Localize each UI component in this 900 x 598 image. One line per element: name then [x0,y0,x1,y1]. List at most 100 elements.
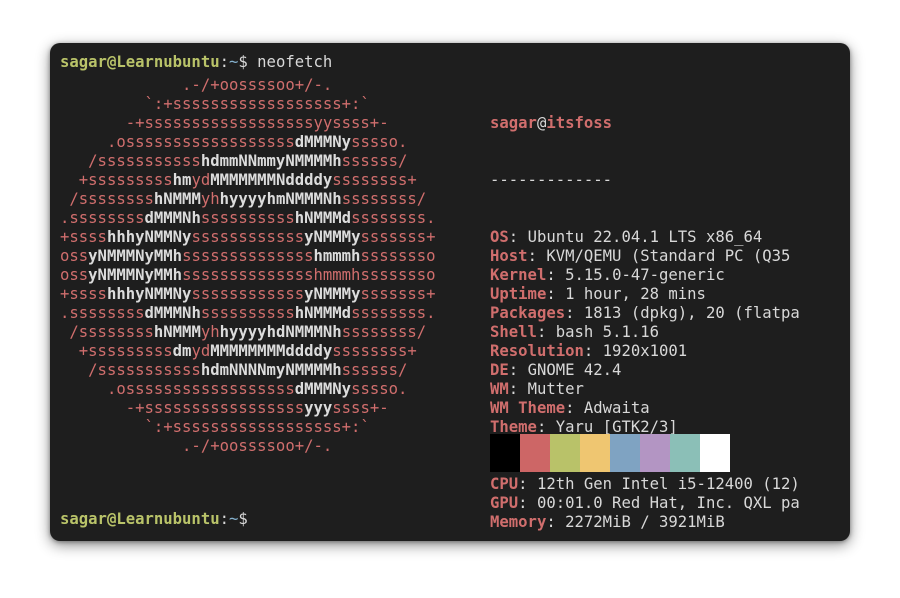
color-swatch [580,434,610,472]
info-row: CPU: 12th Gen Intel i5-12400 (12) [490,475,800,494]
logo-segment: .ssssssss [60,304,145,322]
logo-line: .ssssssssdMMMNhsssssssssshNMMMdssssssss. [60,209,436,228]
logo-line: /sssssssshNMMMyhhyyyyhmNMMMNhssssssss/ [60,190,436,209]
info-value: KVM/QEMU (Standard PC (Q35 [546,247,791,265]
logo-segment: hhhyNMMNy [106,228,192,246]
info-value: 1920x1001 [602,342,688,360]
logo-segment: .ossssssssssssssssss [60,133,295,151]
logo-segment: yNMMMNyMMh [88,247,183,265]
color-swatch [550,434,580,472]
info-row: WM: Mutter [490,380,800,399]
info-row: WM Theme: Adwaita [490,399,800,418]
logo-segment: oss [60,266,89,284]
info-user: sagar [490,114,537,132]
logo-segment: sssssss+ [360,285,436,303]
info-value: Adwaita [583,399,650,417]
color-swatch [520,434,550,472]
info-row: OS: Ubuntu 22.04.1 LTS x86_64 [490,228,800,247]
logo-segment: hNMMMd [294,304,352,322]
logo-segment: sssssssssssssshmmmhssssssso [182,266,436,284]
logo-segment: ssssssss+ [332,171,417,189]
logo-segment: ssssssss. [351,209,436,227]
info-key-separator: : [546,266,566,284]
logo-segment: /ssssssss [60,190,154,208]
info-row: Uptime: 1 hour, 28 mins [490,285,800,304]
prompt-user: sagar@Learnubuntu [60,53,220,71]
logo-line: ossyNMMMNyMMhsssssssssssssshmmmhssssssso [60,266,436,285]
info-key-separator: : [518,475,537,493]
logo-line: .ossssssssssssssssssdMMMNysssso. [60,133,436,152]
info-value: 5.15.0-47-generic [565,266,725,284]
prompt-separator: : [219,53,229,71]
info-value: GNOME 42.4 [527,361,622,379]
logo-segment: MMMMMMMNddddy [210,171,333,189]
info-key: GPU [490,494,519,512]
info-row: Kernel: 5.15.0-47-generic [490,266,800,285]
info-row: Shell: bash 5.1.16 [490,323,800,342]
info-key-separator: : [508,228,528,246]
prompt-symbol-2: $ [238,510,248,528]
logo-segment: hNMMM [153,190,201,208]
info-value: Mutter [527,380,584,398]
info-row: GPU: 00:01.0 Red Hat, Inc. QXL pa [490,494,800,513]
info-header: sagar@itsfoss [490,114,800,133]
logo-segment: hNMMMd [294,209,352,227]
info-row: Host: KVM/QEMU (Standard PC (Q35 [490,247,800,266]
logo-line: /ssssssssssshdmNNNNmyNMMMMhssssss/ [60,361,436,380]
logo-segment: ssssssssssss [191,285,305,303]
logo-segment: yNMMMy [304,285,361,303]
info-key-separator: : [565,399,584,417]
logo-line: +sssshhhyNMMNyssssssssssssyNMMMysssssss+ [60,285,436,304]
logo-segment: hdmNNNNmyNMMMMh [200,361,342,379]
logo-line: .-/+oossssoo+/-. [60,437,436,456]
logo-line: +sssssssssdmydMMMMMMMMddddyssssssss+ [60,342,436,361]
color-swatch [610,434,640,472]
info-key: CPU [490,475,519,493]
logo-segment: `:+ssssssssssssssssss+:` [60,418,370,436]
info-key: Kernel [490,266,547,284]
info-key: Memory [490,513,547,531]
logo-line: .ossssssssssssssssssdMMMNysssso. [60,380,436,399]
logo-segment: /sssssssssss [60,152,201,170]
logo-segment: .-/+oossssoo+/-. [60,76,333,94]
logo-segment: +sssssssss [60,342,173,360]
logo-segment: yd [191,342,211,360]
logo-segment: ssssssss. [351,304,436,322]
logo-segment: yh [200,190,220,208]
logo-segment: MMMMMMMMddddy [210,342,333,360]
info-key-separator: : [536,323,556,341]
info-value: Ubuntu 22.04.1 LTS x86_64 [527,228,763,246]
logo-segment: dMMMNh [144,304,201,322]
prompt-path: ~ [229,53,239,71]
info-row: Resolution: 1920x1001 [490,342,800,361]
logo-segment: .ossssssssssssssssss [60,380,295,398]
info-divider: ------------- [490,171,613,189]
logo-segment: +ssss [60,285,107,303]
info-value: 12th Gen Intel i5-12400 (12) [536,475,800,493]
logo-segment: ssssssss/ [341,323,427,341]
logo-segment: /ssssssss [60,323,154,341]
logo-line: ossyNMMMNyMMhsssssssssssssshmmmhssssssso [60,247,436,266]
terminal-window[interactable]: sagar@Learnubuntu:~$ neofetch .-/+oossss… [50,43,850,541]
info-key: Host [490,247,528,265]
logo-segment: hhhyNMMNy [106,285,192,303]
logo-segment: yNMMMy [304,228,361,246]
logo-segment: ssssss/ [341,361,408,379]
prompt-separator-2: : [219,510,229,528]
info-key: Shell [490,323,537,341]
logo-line: .-/+oossssoo+/-. [60,76,436,95]
logo-segment: +ssss [60,228,107,246]
prompt-symbol: $ [238,53,248,71]
info-key: Resolution [490,342,584,360]
info-key-separator: : [565,304,584,322]
logo-segment: ssssssssss [200,304,295,322]
info-value: 2272MiB / 3921MiB [565,513,725,531]
info-key-separator: : [546,513,566,531]
info-value: bash 5.1.16 [555,323,660,341]
logo-line: .ssssssssdMMMNhsssssssssshNMMMdssssssss. [60,304,436,323]
logo-segment: ssssssssssssss [182,247,314,265]
logo-line: +ssssssssshmydMMMMMMMNddddyssssssss+ [60,171,436,190]
logo-segment: hmmmh [313,247,361,265]
logo-segment: yyy [304,399,333,417]
second-prompt-line[interactable]: sagar@Learnubuntu:~$ [60,510,248,529]
